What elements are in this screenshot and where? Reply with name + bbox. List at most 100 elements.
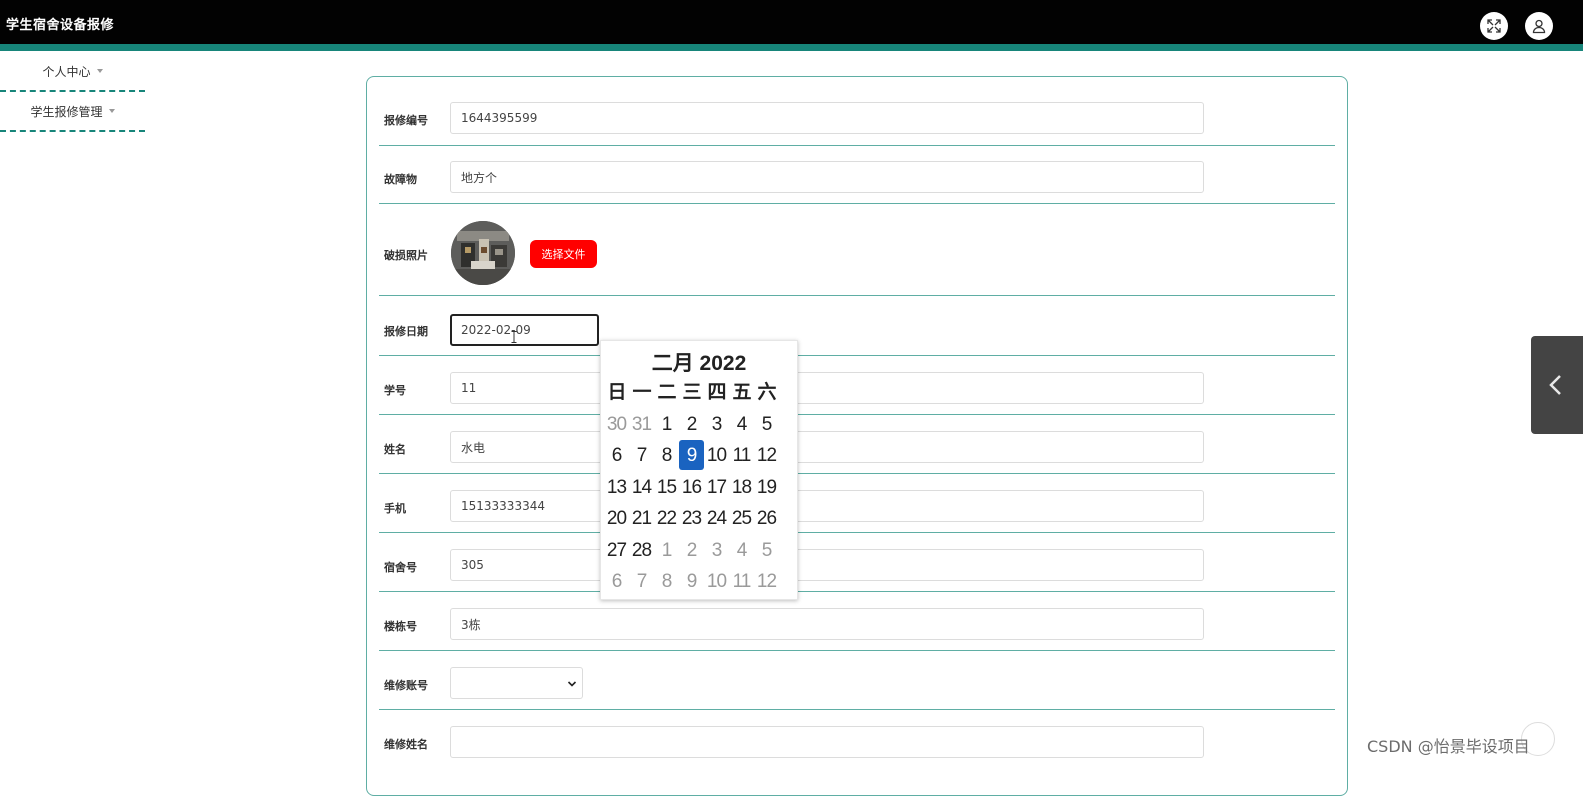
date-cell-selected[interactable]: 9 [679, 440, 704, 470]
repair-date-input[interactable] [450, 314, 599, 346]
repair-no-label: 报修编号 [384, 114, 428, 127]
form-row-name: 姓名 [379, 415, 1335, 474]
date-cell[interactable]: 3 [704, 535, 729, 567]
date-cell[interactable]: 5 [754, 409, 779, 441]
expand-icon [1487, 19, 1501, 33]
damage-photo-thumbnail [451, 221, 515, 285]
date-cell[interactable]: 2 [679, 535, 704, 567]
date-picker-month-title: 二月 2022 [651, 352, 747, 375]
date-cell[interactable]: 26 [754, 503, 779, 535]
date-cell[interactable]: 8 [654, 566, 679, 598]
weekday-header: 五 [732, 382, 751, 403]
name-label: 姓名 [384, 443, 406, 456]
student-id-label: 学号 [384, 384, 406, 397]
date-cell[interactable]: 12 [754, 566, 779, 598]
date-cell[interactable]: 25 [729, 503, 754, 535]
date-cell[interactable]: 24 [704, 503, 729, 535]
date-cell[interactable]: 14 [629, 472, 654, 504]
caret-down-icon [96, 69, 103, 73]
name-input[interactable] [450, 431, 1204, 463]
form-row-repair-no: 报修编号 [379, 87, 1335, 146]
chevron-left-icon [1549, 375, 1561, 395]
date-picker-popup: 二月 2022 日一二三四五六 30 31 1 2 3 4 5 6 7 8 9 10 11 12 13 14 15… [600, 340, 798, 600]
date-cell[interactable]: 6 [604, 440, 629, 472]
date-cell[interactable]: 2 [679, 409, 704, 441]
maint-name-label: 维修姓名 [384, 738, 428, 751]
user-avatar-button[interactable] [1525, 12, 1553, 40]
date-cell[interactable]: 17 [704, 472, 729, 504]
sidebar-item-label: 个人中心 [42, 64, 91, 79]
date-cell[interactable]: 27 [604, 535, 629, 567]
repair-form: 报修编号 故障物 破损照片 选择文件 报修日期 [366, 76, 1348, 796]
form-row-repair-date: 报修日期 [379, 296, 1335, 356]
date-cell[interactable]: 10 [704, 440, 729, 472]
sidebar-item-personal-center[interactable]: 个人中心 [0, 52, 145, 92]
watermark-text: CSDN @怡景毕设项目 [1367, 737, 1530, 756]
text-cursor-icon [511, 331, 517, 343]
fullscreen-button[interactable] [1480, 12, 1508, 40]
form-row-maint-name: 维修姓名 [379, 710, 1335, 790]
form-row-damage-photo: 破损照片 选择文件 [379, 204, 1335, 296]
date-cell[interactable]: 12 [754, 440, 779, 472]
date-cell[interactable]: 11 [729, 440, 754, 472]
form-row-building-no: 楼栋号 [379, 592, 1335, 651]
top-header: 学生宿舍设备报修 [0, 0, 1583, 44]
date-cell[interactable]: 7 [629, 566, 654, 598]
building-no-input[interactable] [450, 608, 1204, 640]
sidebar-menu: 个人中心 学生报修管理 [0, 52, 145, 132]
choose-file-button[interactable]: 选择文件 [530, 240, 597, 268]
date-cell[interactable]: 3 [704, 409, 729, 441]
form-row-phone: 手机 [379, 474, 1335, 533]
weekday-header: 六 [757, 382, 776, 403]
date-cell[interactable]: 1 [654, 409, 679, 441]
form-row-student-id: 学号 [379, 356, 1335, 415]
date-cell[interactable]: 6 [604, 566, 629, 598]
form-row-dorm-no: 宿舍号 [379, 533, 1335, 592]
header-accent-stripe [0, 44, 1583, 51]
dorm-no-input[interactable] [450, 549, 1204, 581]
date-cell[interactable]: 8 [654, 440, 679, 472]
repair-no-input[interactable] [450, 102, 1204, 134]
phone-input[interactable] [450, 490, 1204, 522]
date-cell[interactable]: 18 [729, 472, 754, 504]
date-cell[interactable]: 22 [654, 503, 679, 535]
weekday-header: 二 [657, 382, 676, 403]
maint-account-label: 维修账号 [384, 679, 428, 692]
date-cell[interactable]: 7 [629, 440, 654, 472]
date-cell[interactable]: 30 [604, 409, 629, 441]
date-cell[interactable]: 15 [654, 472, 679, 504]
maint-account-select[interactable] [450, 667, 583, 699]
weekday-header: 一 [632, 382, 651, 403]
date-cell[interactable]: 16 [679, 472, 704, 504]
date-cell[interactable]: 5 [754, 535, 779, 567]
dorm-no-label: 宿舍号 [384, 561, 417, 574]
phone-label: 手机 [384, 502, 406, 515]
maint-name-input[interactable] [450, 726, 1204, 758]
sidebar-item-repair-management[interactable]: 学生报修管理 [0, 92, 145, 132]
app-title: 学生宿舍设备报修 [6, 18, 115, 33]
caret-down-icon [108, 109, 115, 113]
date-cell[interactable]: 21 [629, 503, 654, 535]
date-cell[interactable]: 28 [629, 535, 654, 567]
date-cell[interactable]: 4 [729, 409, 754, 441]
form-row-maint-account: 维修账号 [379, 651, 1335, 710]
date-cell[interactable]: 13 [604, 472, 629, 504]
weekday-header: 日 [607, 382, 626, 403]
date-cell[interactable]: 23 [679, 503, 704, 535]
side-drawer-toggle[interactable] [1531, 336, 1583, 434]
date-cell[interactable]: 11 [729, 566, 754, 598]
faulty-item-input[interactable] [450, 161, 1204, 193]
date-cell[interactable]: 10 [704, 566, 729, 598]
form-row-faulty-item: 故障物 [379, 146, 1335, 204]
date-cell[interactable]: 4 [729, 535, 754, 567]
date-cell[interactable]: 19 [754, 472, 779, 504]
damage-photo-label: 破损照片 [384, 249, 428, 262]
date-cell[interactable]: 31 [629, 409, 654, 441]
date-cell[interactable]: 20 [604, 503, 629, 535]
student-id-input[interactable] [450, 372, 1204, 404]
faulty-item-label: 故障物 [384, 173, 417, 186]
repair-date-label: 报修日期 [384, 325, 428, 338]
date-picker-grid: 日一二三四五六 30 31 1 2 3 4 5 6 7 8 9 10 11 12 13 14 15 16 17 18 19… [604, 377, 779, 598]
date-cell[interactable]: 1 [654, 535, 679, 567]
date-cell[interactable]: 9 [679, 566, 704, 598]
